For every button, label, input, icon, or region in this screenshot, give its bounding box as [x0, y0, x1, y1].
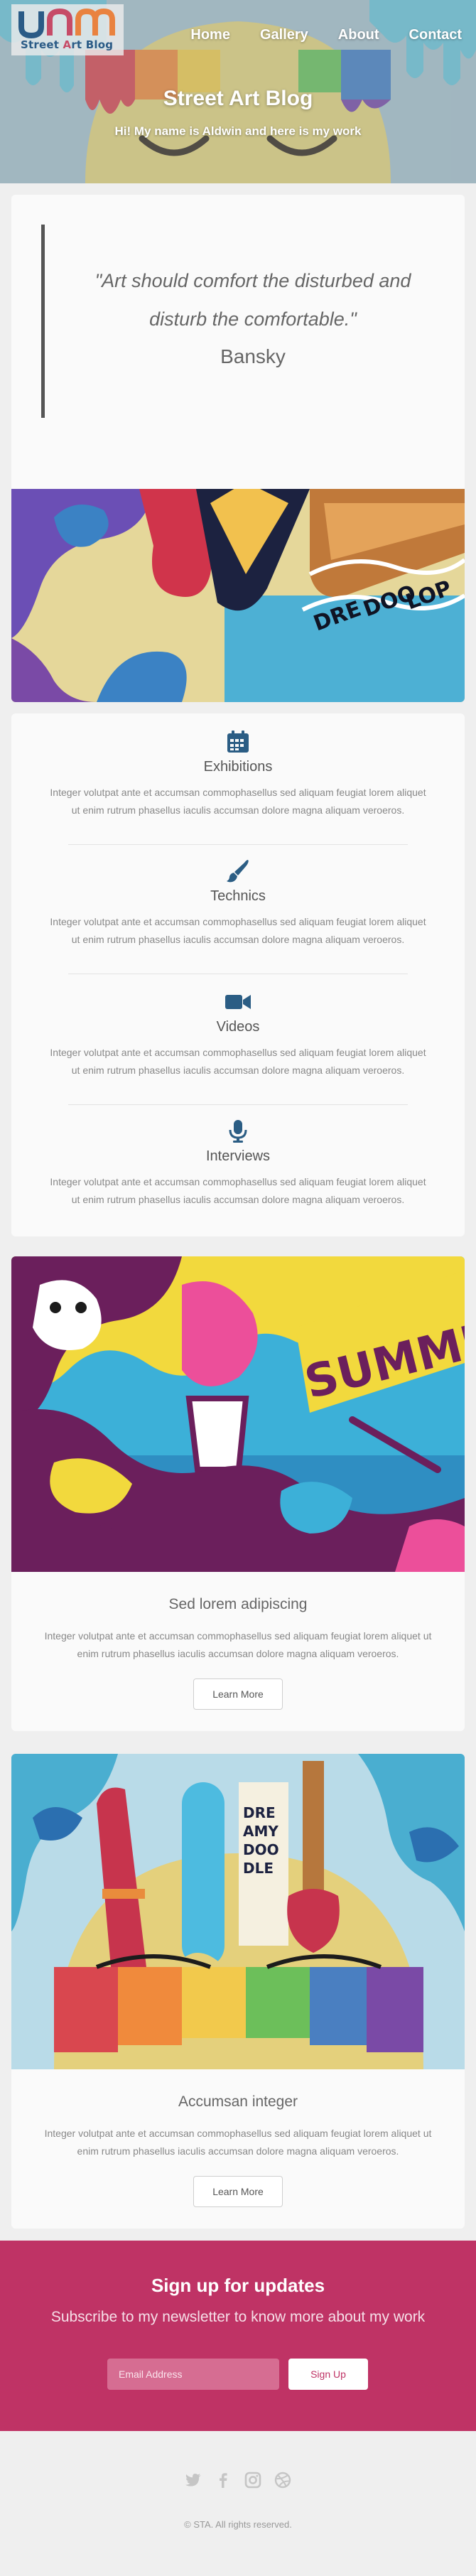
learn-more-button[interactable]: Learn More: [193, 1678, 283, 1710]
email-field[interactable]: [107, 2359, 279, 2390]
divider: [68, 1104, 408, 1105]
article-description: Integer volutpat ante et accumsan commop…: [44, 1630, 432, 1659]
page-title: Street Art Blog: [163, 87, 313, 110]
feature-description: Integer volutpat ante et accumsan commop…: [50, 916, 426, 945]
calendar-icon: [227, 731, 249, 753]
article-image: SUMME: [11, 1256, 465, 1572]
learn-more-button[interactable]: Learn More: [193, 2176, 283, 2207]
features-card: Exhibitions Integer volutpat ante et acc…: [11, 713, 465, 1236]
main-nav: Home Gallery About Contact: [161, 27, 462, 43]
quote-artwork-image: DRE DOO LOP: [11, 489, 465, 702]
signup-section: Sign up for updates Subscribe to my news…: [0, 2241, 476, 2431]
feature-title: Interviews: [205, 1148, 271, 1164]
svg-text:DOO: DOO: [243, 1841, 279, 1858]
svg-text:DLE: DLE: [243, 1860, 274, 1877]
feature-title: Technics: [210, 888, 266, 904]
hero-banner: Street Art Blog Home Gallery About Conta…: [0, 0, 476, 183]
article-image: DRE AMYDOO DLE: [11, 1754, 465, 2069]
quote-bar: [41, 225, 45, 418]
feature-title: Videos: [216, 1019, 260, 1035]
site-logo[interactable]: Street Art Blog: [11, 4, 124, 55]
feature-technics: Technics Integer volutpat ante et accums…: [40, 858, 436, 949]
feature-description: Integer volutpat ante et accumsan commop…: [50, 1047, 426, 1076]
quote-author: Bansky: [220, 345, 286, 367]
nav-home[interactable]: Home: [190, 27, 230, 43]
divider: [68, 844, 408, 845]
microphone-icon: [229, 1120, 247, 1143]
sign-up-button[interactable]: Sign Up: [288, 2359, 368, 2390]
twitter-icon[interactable]: [184, 2471, 202, 2489]
paintbrush-icon: [227, 860, 249, 883]
svg-text:DRE: DRE: [243, 1804, 276, 1821]
facebook-icon[interactable]: [214, 2471, 232, 2489]
signup-title: Sign up for updates: [151, 2275, 325, 2296]
nav-about[interactable]: About: [338, 27, 379, 43]
feature-videos: Videos Integer volutpat ante et accumsan…: [40, 989, 436, 1079]
nav-gallery[interactable]: Gallery: [260, 27, 308, 43]
signup-subtitle: Subscribe to my newsletter to know more …: [50, 2309, 426, 2325]
page-subtitle: Hi! My name is Aldwin and here is my wor…: [114, 124, 362, 138]
social-links: [0, 2471, 476, 2489]
article-description: Integer volutpat ante et accumsan commop…: [44, 2128, 432, 2157]
logo-mark-icon: [18, 8, 115, 38]
quote-card: "Art should comfort the disturbed and di…: [11, 195, 465, 702]
feature-interviews: Interviews Integer volutpat ante et accu…: [40, 1119, 436, 1209]
quote-text: "Art should comfort the disturbed and di…: [94, 270, 411, 330]
feature-description: Integer volutpat ante et accumsan commop…: [50, 787, 426, 816]
feature-exhibitions: Exhibitions Integer volutpat ante et acc…: [40, 729, 436, 819]
footer: © STA. All rights reserved.: [0, 2431, 476, 2576]
logo-text: Street Art Blog: [21, 38, 114, 51]
video-camera-icon: [225, 995, 251, 1009]
copyright-text: © STA. All rights reserved.: [184, 2519, 292, 2530]
article-card: SUMME Sed lorem adipiscing Integer volut…: [11, 1256, 465, 1731]
dribbble-icon[interactable]: [274, 2471, 292, 2489]
feature-title: Exhibitions: [203, 759, 273, 775]
article-title: Sed lorem adipiscing: [168, 1596, 308, 1612]
article-card: DRE AMY DOO DLE Accumsan integer Integer vo…: [11, 1754, 465, 2229]
svg-text:AMY: AMY: [243, 1823, 278, 1840]
article-title: Accumsan integer: [178, 2093, 298, 2110]
nav-contact[interactable]: Contact: [409, 27, 462, 43]
instagram-icon[interactable]: [244, 2471, 262, 2489]
feature-description: Integer volutpat ante et accumsan commop…: [50, 1176, 426, 1205]
